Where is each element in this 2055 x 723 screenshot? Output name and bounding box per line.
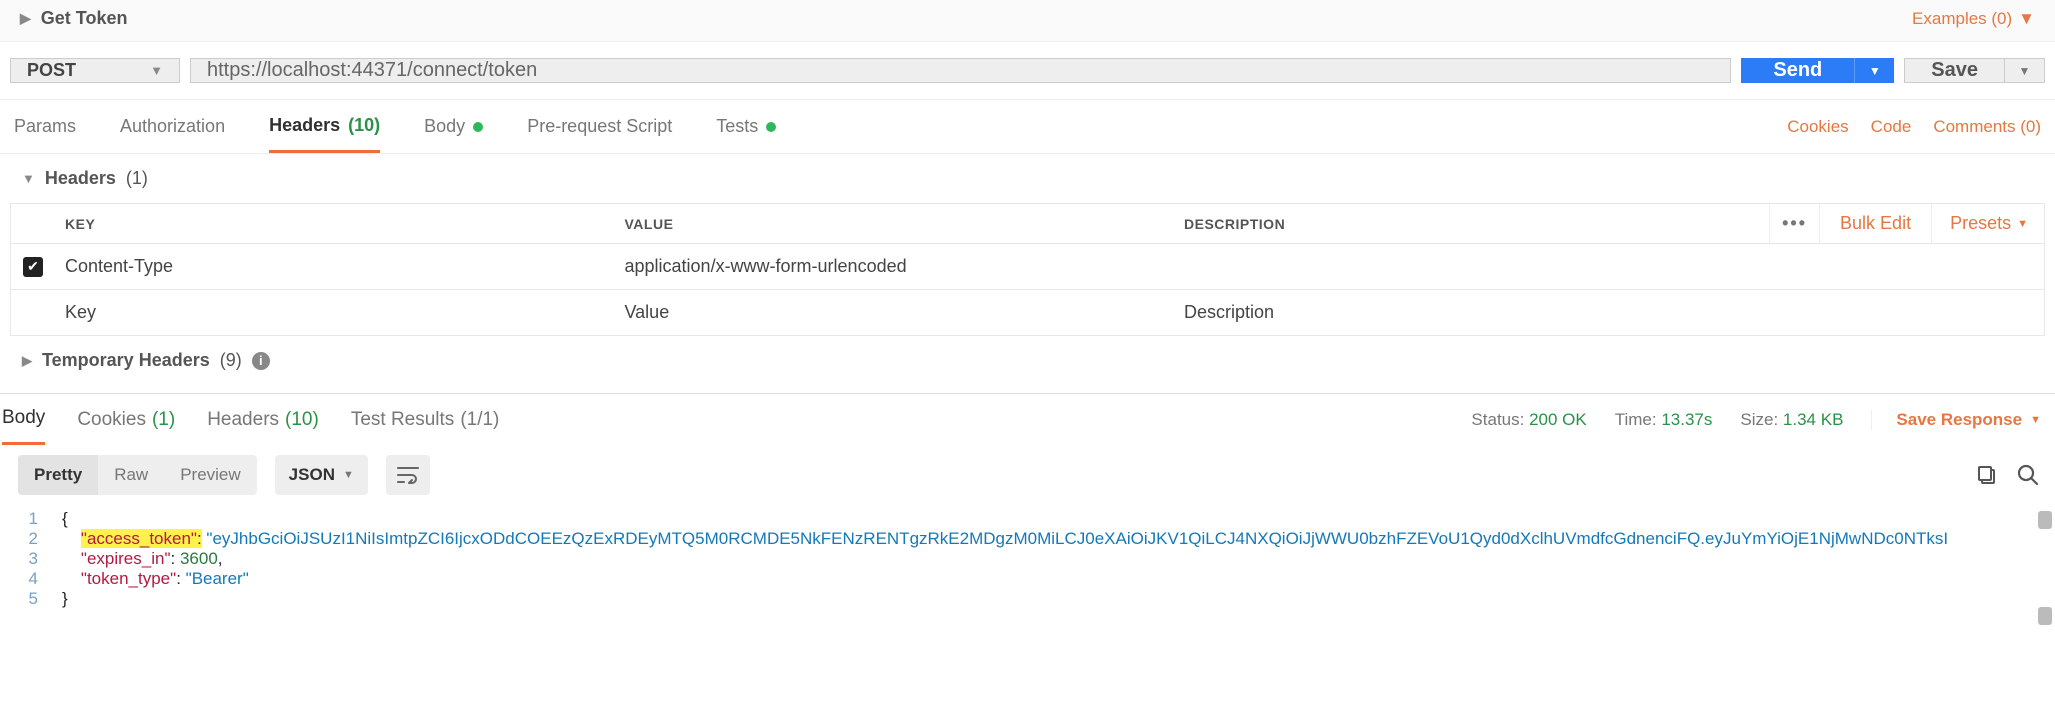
temporary-headers-header[interactable]: ▶ Temporary Headers (9) i [0,336,2055,393]
search-icon[interactable] [2017,464,2039,486]
headers-count: (10) [348,115,380,136]
request-row: POST ▼ https://localhost:44371/connect/t… [0,42,2055,100]
caret-down-icon: ▼ [2030,414,2041,426]
response-tabs-row: Body Cookies(1) Headers(10) Test Results… [0,393,2055,445]
new-value-input[interactable]: Value [615,302,1175,323]
table-row-new[interactable]: Key Value Description [11,290,2044,336]
cell-key[interactable]: Content-Type [55,256,615,277]
url-value: https://localhost:44371/connect/token [207,59,537,82]
response-body-toolbar: Pretty Raw Preview JSON ▼ [0,445,2055,503]
tab-params[interactable]: Params [14,100,76,153]
view-mode-segment: Pretty Raw Preview [18,455,257,495]
wrap-lines-button[interactable] [386,455,430,495]
new-description-input[interactable]: Description [1174,302,1764,323]
examples-dropdown[interactable]: Examples (0) ▼ [1912,9,2035,29]
caret-down-icon: ▼ [2019,64,2031,78]
caret-down-icon: ▼ [2018,9,2035,29]
temp-headers-title: Temporary Headers [42,350,210,371]
col-value: VALUE [615,216,1175,232]
link-code[interactable]: Code [1871,117,1912,137]
size-label: Size: [1740,410,1778,429]
new-key-input[interactable]: Key [55,302,615,323]
request-title[interactable]: ▶ Get Token [20,8,127,29]
caret-down-icon: ▼ [343,469,354,481]
request-name: Get Token [41,8,128,29]
table-header: KEY VALUE DESCRIPTION ••• Bulk Edit Pres… [11,204,2044,244]
examples-label: Examples (0) [1912,9,2012,29]
checkbox-checked-icon[interactable]: ✔ [23,257,43,277]
resp-tab-headers[interactable]: Headers(10) [207,394,319,445]
resp-tab-cookies[interactable]: Cookies(1) [77,394,175,445]
headers-table: KEY VALUE DESCRIPTION ••• Bulk Edit Pres… [10,203,2045,336]
request-links: Cookies Code Comments (0) [1787,117,2041,137]
col-description: DESCRIPTION [1174,216,1764,232]
status-value[interactable]: 200 OK [1529,410,1587,429]
save-dropdown[interactable]: ▼ [2005,58,2045,83]
cell-value[interactable]: application/x-www-form-urlencoded [615,256,1175,277]
dot-icon [766,122,776,132]
caret-down-icon: ▼ [1869,64,1881,78]
wrap-icon [397,466,419,484]
caret-down-icon: ▼ [2017,218,2028,230]
caret-right-icon: ▶ [20,10,31,27]
view-raw[interactable]: Raw [98,455,164,495]
headers-user-count: (1) [126,168,148,189]
resp-tab-tests[interactable]: Test Results(1/1) [351,394,500,445]
scrollbar-thumb[interactable] [2038,511,2052,529]
tab-tests[interactable]: Tests [716,100,776,153]
tab-authorization[interactable]: Authorization [120,100,225,153]
format-select[interactable]: JSON ▼ [275,455,368,495]
headers-section-header[interactable]: ▼ Headers (1) [0,154,2055,203]
more-icon[interactable]: ••• [1769,204,1820,243]
col-key: KEY [55,216,615,232]
time-value[interactable]: 13.37s [1661,410,1712,429]
method-select[interactable]: POST ▼ [10,58,180,83]
table-row[interactable]: ✔ Content-Type application/x-www-form-ur… [11,244,2044,290]
caret-down-icon: ▼ [22,171,35,186]
tab-body[interactable]: Body [424,100,483,153]
view-pretty[interactable]: Pretty [18,455,98,495]
tab-headers[interactable]: Headers (10) [269,100,380,153]
time-label: Time: [1615,410,1657,429]
response-meta: Status: 200 OK Time: 13.37s Size: 1.34 K… [1471,410,2041,430]
resp-tab-body[interactable]: Body [2,394,45,445]
presets-dropdown[interactable]: Presets ▼ [1931,204,2028,243]
send-button[interactable]: Send [1741,58,1854,83]
response-body-code[interactable]: 1{ 2 "access_token": "eyJhbGciOiJSUzI1Ni… [0,503,2055,623]
headers-title: Headers [45,168,116,189]
temp-headers-count: (9) [220,350,242,371]
scrollbar-thumb[interactable] [2038,607,2052,625]
save-button[interactable]: Save [1904,58,2005,83]
caret-right-icon: ▶ [22,353,32,369]
save-response-dropdown[interactable]: Save Response ▼ [1871,410,2041,430]
copy-icon[interactable] [1977,465,1997,485]
method-value: POST [27,60,76,81]
url-input[interactable]: https://localhost:44371/connect/token [190,58,1731,83]
bulk-edit-link[interactable]: Bulk Edit [1840,213,1911,234]
tab-prerequest[interactable]: Pre-request Script [527,100,672,153]
info-icon[interactable]: i [252,352,270,370]
caret-down-icon: ▼ [150,63,163,78]
request-tabs-row: Params Authorization Headers (10) Body P… [0,100,2055,154]
status-label: Status: [1471,410,1524,429]
dot-icon [473,122,483,132]
link-cookies[interactable]: Cookies [1787,117,1848,137]
view-preview[interactable]: Preview [164,455,256,495]
link-comments[interactable]: Comments (0) [1933,117,2041,137]
size-value[interactable]: 1.34 KB [1783,410,1844,429]
send-dropdown[interactable]: ▼ [1854,58,1894,83]
request-title-bar: ▶ Get Token Examples (0) ▼ [0,0,2055,42]
